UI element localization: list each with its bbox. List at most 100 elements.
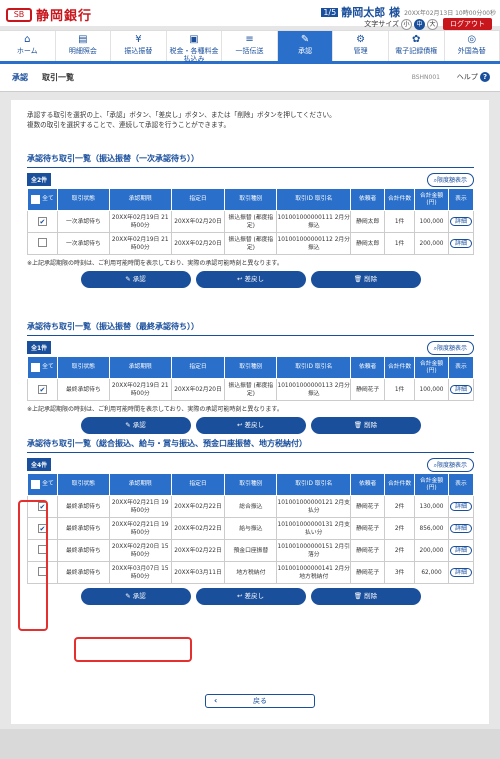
select-all-checkbox[interactable] [31, 195, 41, 204]
checkbox-highlight [18, 500, 48, 631]
detail-button[interactable]: 詳細 [449, 216, 472, 226]
limit-display-button[interactable]: ⌕限度額表示 [426, 341, 474, 355]
main-panel: 承認する取引を選択の上、「承認」ボタン、「差戻し」ボタン、または「削除」ボタンを… [11, 100, 489, 724]
cell-status: 一次承認待ち [56, 232, 110, 255]
cell-status: 最終承認待ち [56, 517, 110, 540]
cell-count: 1件 [384, 232, 416, 255]
column-header: 指定日 [170, 356, 226, 379]
statement-icon: ▤ [78, 34, 88, 45]
instruction-line: 承認する取引を選択の上、「承認」ボタン、「差戻し」ボタン、または「削除」ボタンを… [27, 111, 336, 119]
remand-button[interactable]: ↩ 差戻し [195, 588, 306, 605]
nav-e-claims[interactable]: ✿ 電子記録債権 [389, 31, 445, 61]
nav-home[interactable]: ⌂ ホーム [0, 31, 56, 61]
approval-section: 承認待ち取引一覧（総合振込、給与・賞与振込、預金口座振替、地方税納付） 全4件 ⌕限… [27, 438, 475, 605]
column-header: 取引状態 [56, 473, 110, 496]
nav-bulk[interactable]: ≡ 一括伝送 [222, 31, 278, 61]
approve-highlight [74, 637, 192, 662]
remand-button[interactable]: ↩ 差戻し [195, 271, 306, 288]
return-icon: ↩ [236, 275, 243, 283]
column-header: 承認期限 [108, 188, 172, 211]
cell-amount: 200,000 [414, 232, 449, 255]
transactions-table: 全て 取引状態 承認期限 指定日 取引種別 取引ID 取引名 依頼者 合計件数 合計金額 (円)… [27, 473, 475, 584]
cell-type: 振込振替 (都度指定) [224, 232, 278, 255]
transactions-table: 全て 取引状態 承認期限 指定日 取引種別 取引ID 取引名 依頼者 合計件数 合計金額 (円)… [27, 356, 475, 401]
column-header: 依頼者 [350, 473, 386, 496]
screen-id: BSHN001 [411, 74, 440, 81]
header-tools: 文字サイズ 小 中 大 ログアウト [364, 18, 492, 30]
instruction-line: 複数の取引を選択することで、連続して承認を行うことができます。 [27, 121, 231, 129]
approve-button[interactable]: ✎ 承認 [80, 417, 191, 434]
cell-status: 最終承認待ち [56, 561, 110, 584]
button-label: 削除 [364, 421, 378, 429]
nav-label: 承認 [298, 47, 313, 55]
detail-button[interactable]: 詳細 [449, 501, 472, 511]
section-title: 承認待ち取引一覧（振込振替（一次承認待ち）） [27, 153, 474, 168]
user-badge: 1/5 [321, 7, 339, 17]
nav-approval[interactable]: ✎ 承認 [277, 31, 334, 61]
nav-forex[interactable]: ◎ 外国為替 [445, 31, 500, 61]
cell-type: 地方税納付 [224, 561, 278, 584]
approve-button[interactable]: ✎ 承認 [80, 588, 191, 605]
cell-amount: 200,000 [414, 539, 449, 562]
cell-count: 1件 [384, 210, 416, 233]
cell-date: 20XX年02月22日 [170, 539, 226, 562]
nav-transfer[interactable]: ¥ 振込振替 [111, 31, 167, 61]
font-size-large[interactable]: 大 [427, 18, 438, 30]
detail-cell: 詳細 [447, 561, 475, 584]
back-button[interactable]: ‹ 戻る [205, 694, 315, 708]
delete-button[interactable]: 🗑 削除 [310, 417, 421, 434]
cell-requester: 静岡花子 [350, 517, 386, 540]
select-all-checkbox[interactable] [31, 480, 41, 489]
detail-button[interactable]: 詳細 [449, 545, 472, 555]
count-badge: 全2件 [27, 173, 52, 186]
row-checkbox[interactable]: ✔ [37, 216, 47, 226]
approve-button[interactable]: ✎ 承認 [80, 271, 191, 288]
cell-date: 20XX年02月22日 [170, 517, 226, 540]
nav-admin[interactable]: ⚙ 管理 [333, 31, 389, 61]
row-checkbox[interactable] [37, 237, 47, 247]
help-icon: ? [480, 72, 490, 82]
nav-statements[interactable]: ▤ 明細照会 [56, 31, 112, 61]
detail-cell: 詳細 [447, 517, 475, 540]
cell-deadline: 20XX年02月21日 19時00分 [108, 517, 172, 540]
header-label: 全て [42, 481, 54, 487]
row-checkbox[interactable]: ✔ [37, 384, 47, 394]
detail-cell: 詳細 [447, 495, 475, 518]
cell-id: 101001000000113 2月分振込 [276, 378, 352, 401]
column-header: 依頼者 [350, 188, 386, 211]
select-all-cell: 全て [27, 356, 58, 379]
global-nav: ⌂ ホーム ▤ 明細照会 ¥ 振込振替 ▣ 税金・各種料金払込み ≡ 一括伝送 ✎ 承認 ⚙… [0, 30, 500, 64]
limit-display-button[interactable]: ⌕限度額表示 [426, 458, 474, 472]
cell-type: 預金口座振替 [224, 539, 278, 562]
font-size-medium[interactable]: 中 [414, 18, 425, 30]
logo-mark-icon: SB [6, 7, 32, 22]
pencil-icon: ✎ [125, 592, 131, 600]
return-icon: ↩ [236, 421, 243, 429]
detail-button[interactable]: 詳細 [449, 238, 472, 248]
help-label: ヘルプ [456, 73, 478, 81]
button-label: 差戻し [244, 421, 265, 429]
font-size-small[interactable]: 小 [401, 18, 412, 30]
table-row: 最終承認待ち 20XX年03月07日 15時00分 20XX年03月11日 地方税納付… [27, 561, 475, 584]
cell-deadline: 20XX年02月20日 15時00分 [108, 539, 172, 562]
logout-button[interactable]: ログアウト [443, 18, 492, 30]
nav-payments[interactable]: ▣ 税金・各種料金払込み [167, 31, 223, 63]
detail-button[interactable]: 詳細 [449, 567, 472, 577]
column-header: 表示 [447, 356, 475, 379]
delete-button[interactable]: 🗑 削除 [310, 271, 421, 288]
detail-button[interactable]: 詳細 [449, 523, 472, 533]
delete-button[interactable]: 🗑 削除 [310, 588, 421, 605]
limit-display-button[interactable]: ⌕限度額表示 [426, 173, 474, 187]
cell-status: 最終承認待ち [56, 378, 110, 401]
remand-button[interactable]: ↩ 差戻し [195, 417, 306, 434]
page-title: 取引一覧 [42, 73, 74, 82]
help-link[interactable]: ヘルプ ? [457, 72, 490, 82]
table-header: 全て 取引状態 承認期限 指定日 取引種別 取引ID 取引名 依頼者 合計件数 合計金額 (円)… [27, 356, 475, 379]
detail-button[interactable]: 詳細 [449, 384, 472, 394]
count-badge: 全4件 [27, 458, 52, 471]
button-label: 承認 [132, 421, 146, 429]
cell-id: 101001000000151 2月引落分 [276, 539, 352, 562]
column-header: 取引種別 [224, 473, 278, 496]
select-all-checkbox[interactable] [31, 363, 41, 372]
home-icon: ⌂ [24, 34, 31, 45]
